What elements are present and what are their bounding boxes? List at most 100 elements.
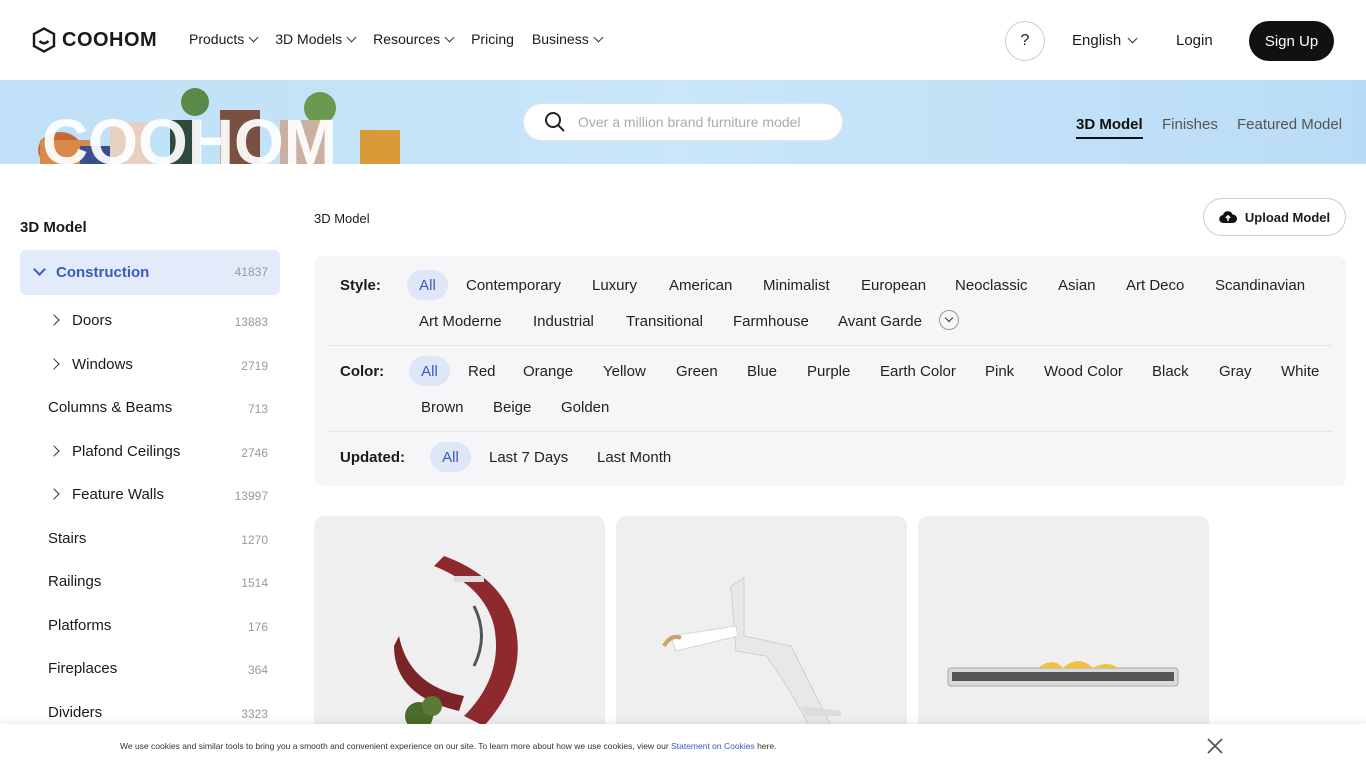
chevron-down-icon [33,263,46,276]
style-chip-transitional[interactable]: Transitional [626,313,703,330]
nav-products[interactable]: Products [189,31,259,47]
chevron-down-icon [444,32,455,42]
filter-divider [328,431,1332,432]
help-button[interactable]: ? [1005,21,1045,61]
sidebar-item-label: Dividers [48,704,103,721]
expand-styles-button[interactable] [939,310,959,330]
sidebar-item-count: 1514 [241,576,268,590]
chevron-right-icon [48,445,60,457]
color-chip-blue[interactable]: Blue [747,363,777,380]
color-chip-all[interactable]: All [409,356,450,386]
sidebar-item-count: 13883 [234,315,268,329]
style-filter-label: Style: [340,277,381,294]
sidebar-item-count: 3323 [241,707,268,721]
style-chip-asian[interactable]: Asian [1058,277,1096,294]
style-chip-neoclassic[interactable]: Neoclassic [955,277,1028,294]
sidebar-item-construction[interactable]: Construction 41837 [20,250,280,295]
updated-chip-all[interactable]: All [430,442,471,472]
nav-resources-label: Resources [373,31,441,47]
nav-products-label: Products [189,31,245,47]
breadcrumb: 3D Model [314,211,370,226]
coohom-logo[interactable]: COOHOM [32,27,157,53]
cloud-upload-icon [1219,211,1237,224]
color-filter-label: Color: [340,363,385,380]
style-chip-contemporary[interactable]: Contemporary [466,277,561,294]
cookie-message: We use cookies and similar tools to brin… [120,741,776,751]
main-nav: Products 3D Models Resources Pricing Bus… [189,31,604,47]
sidebar-title: 3D Model [20,219,87,236]
sidebar-item-label: Platforms [48,617,112,634]
style-chip-all[interactable]: All [407,270,448,300]
chevron-down-icon [944,313,954,323]
color-chip-white[interactable]: White [1281,363,1319,380]
sidebar-item-label: Windows [72,356,133,373]
nav-business-label: Business [531,31,589,47]
login-link[interactable]: Login [1176,32,1213,49]
cookie-statement-link[interactable]: Statement on Cookies [671,741,755,751]
sidebar-item-count: 41837 [234,265,268,279]
style-chip-minimalist[interactable]: Minimalist [763,277,830,294]
color-chip-green[interactable]: Green [676,363,718,380]
style-chip-european[interactable]: European [861,277,926,294]
style-chip-avant-garde[interactable]: Avant Garde [838,313,922,330]
chevron-right-icon [48,358,60,370]
color-chip-yellow[interactable]: Yellow [603,363,646,380]
sidebar-item-count: 176 [247,620,268,634]
color-chip-red[interactable]: Red [468,363,496,380]
updated-chip-last-7-days[interactable]: Last 7 Days [489,449,568,466]
style-chip-scandinavian[interactable]: Scandinavian [1215,277,1305,294]
brand-name: COOHOM [62,28,158,51]
cookie-banner: We use cookies and similar tools to brin… [0,724,1366,768]
sidebar-item-label: Fireplaces [48,660,118,677]
chevron-down-icon [593,32,604,42]
color-chip-brown[interactable]: Brown [421,399,464,416]
style-chip-art-deco[interactable]: Art Deco [1126,277,1184,294]
cookie-text-end: here. [754,741,777,751]
sidebar-item-label: Plafond Ceilings [72,443,181,460]
sidebar-item-label: Columns & Beams [48,399,173,416]
nav-business[interactable]: Business [531,31,604,47]
signup-button[interactable]: Sign Up [1249,21,1334,61]
color-chip-gray[interactable]: Gray [1219,363,1252,380]
banner-furniture-illustration: COOHOM [38,88,400,164]
updated-filter-label: Updated: [340,449,405,466]
updated-chip-last-month[interactable]: Last Month [597,449,671,466]
style-chip-luxury[interactable]: Luxury [592,277,637,294]
chevron-right-icon [48,488,60,500]
color-chip-purple[interactable]: Purple [807,363,850,380]
style-chip-farmhouse[interactable]: Farmhouse [733,313,809,330]
nav-pricing[interactable]: Pricing [471,31,514,47]
color-chip-orange[interactable]: Orange [523,363,573,380]
top-header: COOHOM Products 3D Models Resources Pric… [0,0,1366,80]
color-chip-wood-color[interactable]: Wood Color [1044,363,1123,380]
logo-hexagon-icon [32,27,56,53]
color-chip-beige[interactable]: Beige [493,399,531,416]
model-search[interactable] [523,103,843,141]
tab-finishes[interactable]: Finishes [1162,116,1218,133]
language-selector[interactable]: English [1072,32,1138,49]
close-icon[interactable] [1205,736,1225,756]
sidebar-item-label: Feature Walls [72,486,164,503]
style-chip-art-moderne[interactable]: Art Moderne [419,313,502,330]
color-chip-black[interactable]: Black [1152,363,1189,380]
nav-resources[interactable]: Resources [373,31,455,47]
tab-featured-model[interactable]: Featured Model [1237,116,1342,133]
chevron-down-icon [346,32,357,42]
sidebar-item-label: Doors [72,312,113,329]
tab-3d-model[interactable]: 3D Model [1076,116,1143,139]
color-chip-golden[interactable]: Golden [561,399,609,416]
sidebar-item-label: Stairs [48,530,87,547]
search-input[interactable] [578,114,828,130]
hero-banner: COOHOM 3D Model Finishes Featured Model [0,80,1366,164]
style-chip-american[interactable]: American [669,277,732,294]
search-icon [545,112,565,132]
style-chip-industrial[interactable]: Industrial [533,313,594,330]
sidebar-item-count: 364 [247,663,268,677]
color-chip-pink[interactable]: Pink [985,363,1014,380]
color-chip-earth-color[interactable]: Earth Color [880,363,956,380]
upload-model-button[interactable]: Upload Model [1203,198,1346,236]
nav-3d-models[interactable]: 3D Models [275,31,357,47]
sidebar-item-count: 1270 [241,533,268,547]
sidebar-item-count: 2719 [241,359,268,373]
sidebar-item-label: Construction [56,264,150,281]
